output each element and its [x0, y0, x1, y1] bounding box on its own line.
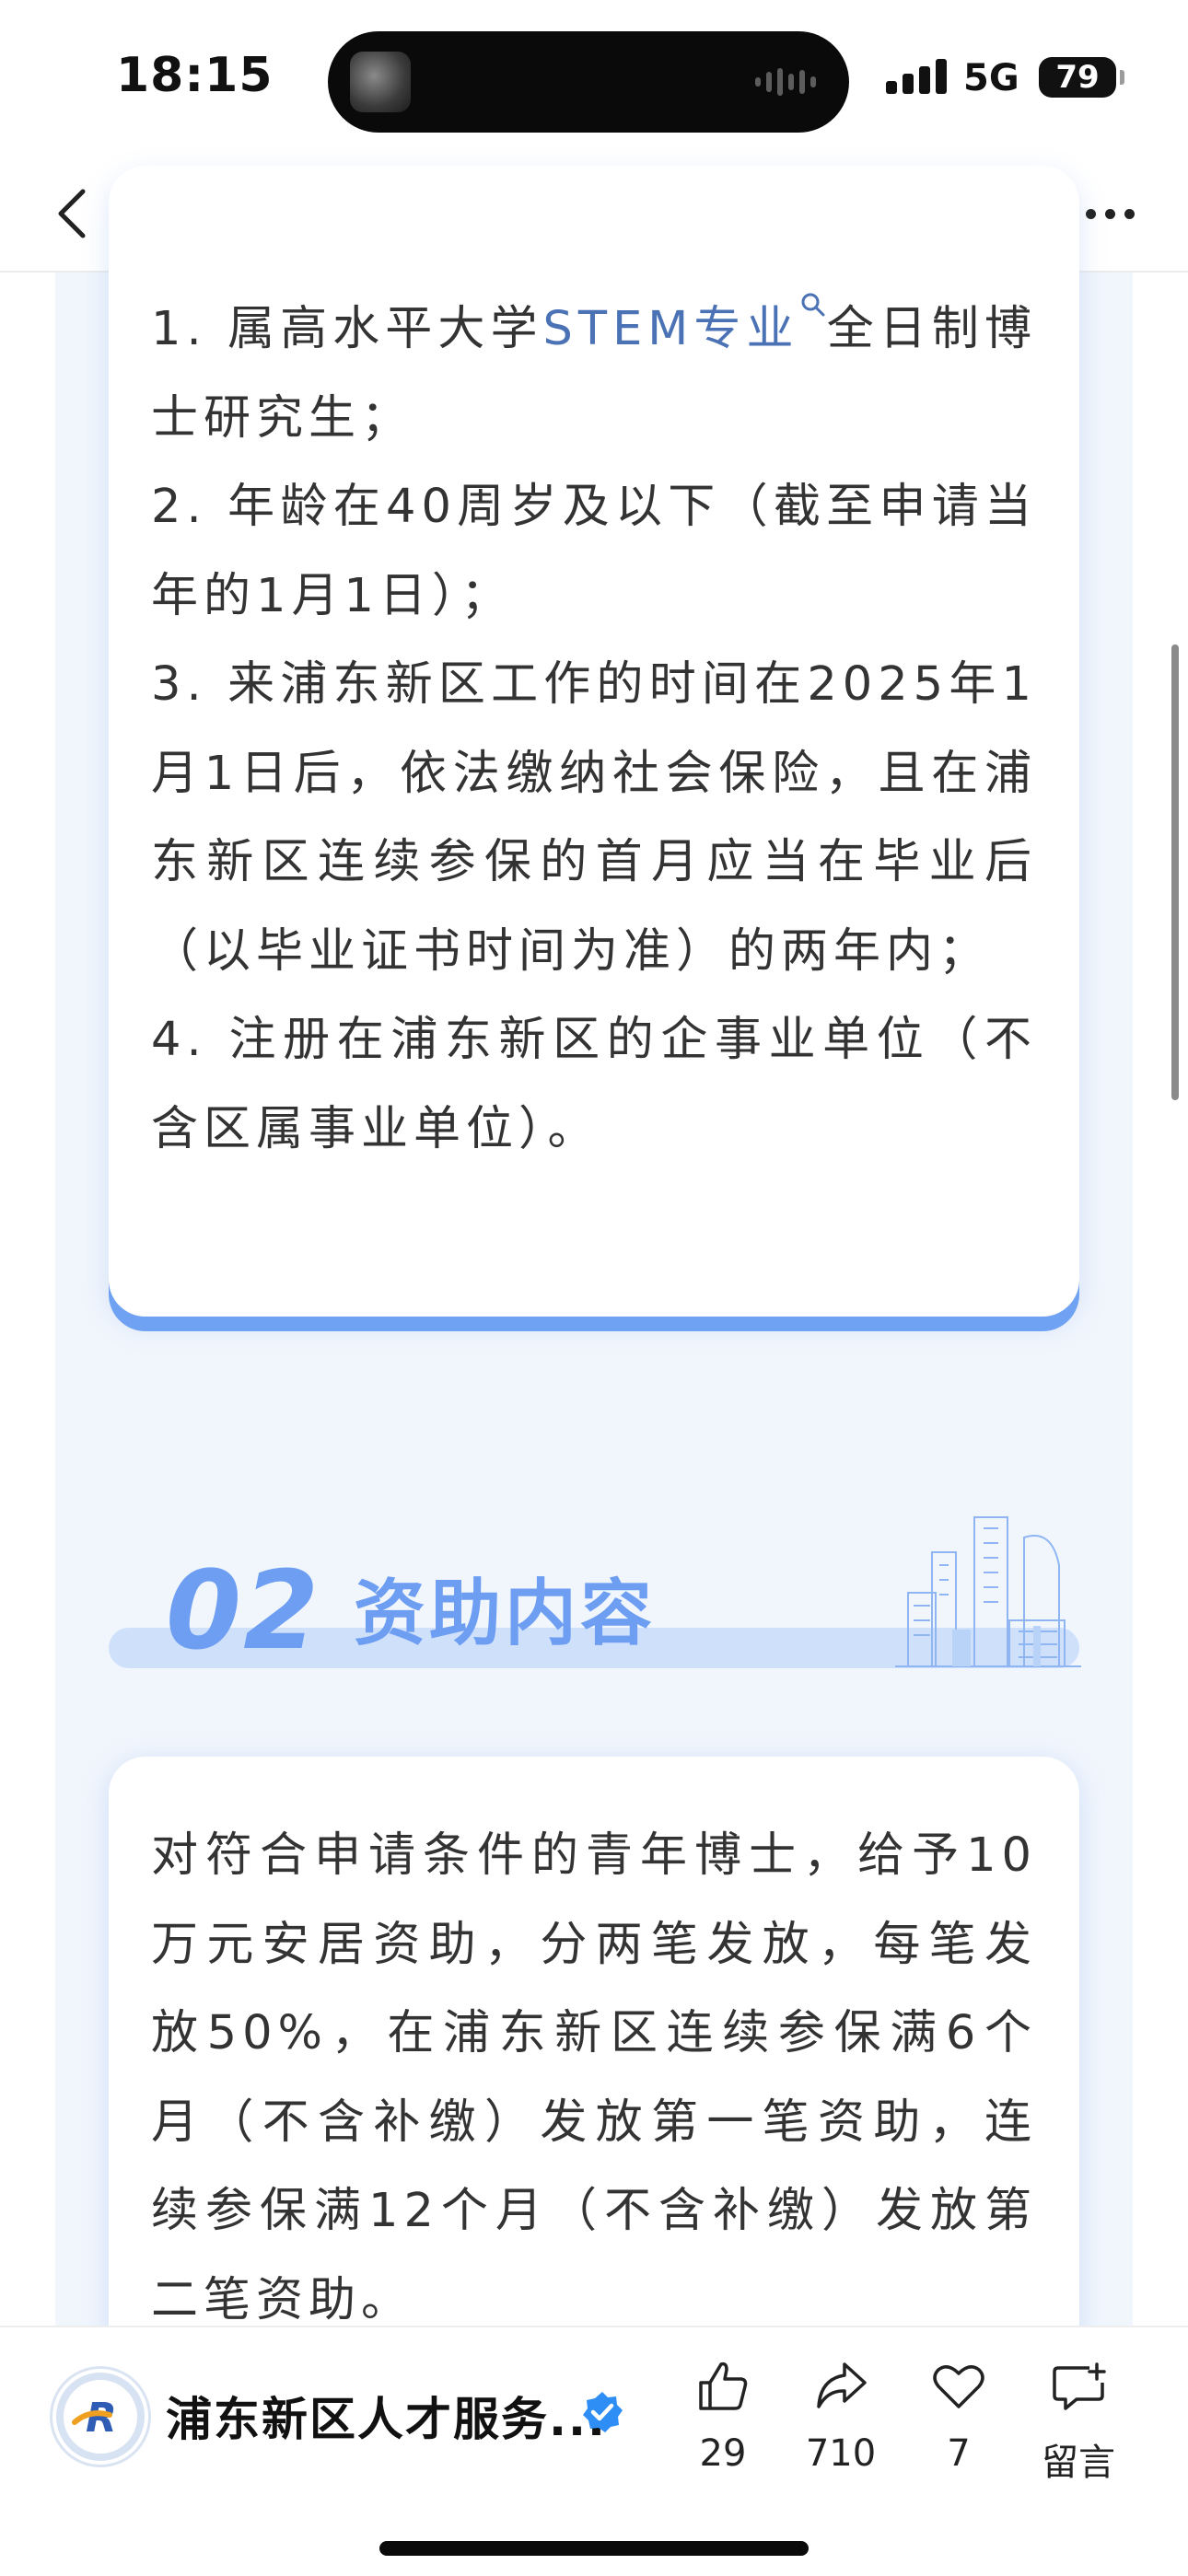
cellular-signal-icon	[886, 57, 947, 94]
status-time: 18:15	[116, 48, 274, 103]
share-icon	[817, 2362, 867, 2408]
svg-text:R: R	[86, 2395, 117, 2442]
account-avatar[interactable]: R	[50, 2366, 151, 2467]
funding-text: 对符合申请条件的青年博士，给予10万元安居资助，分两笔发放，每笔发放50%，在浦…	[151, 1828, 1037, 2327]
favorite-button[interactable]: 7	[908, 2357, 1009, 2475]
verified-badge-icon	[583, 2392, 623, 2432]
requirement-item-3: 3. 来浦东新区工作的时间在2025年1月1日后，依法缴纳社会保险，且在浦东新区…	[151, 657, 1037, 979]
like-count: 29	[699, 2432, 747, 2475]
network-type: 5G	[963, 57, 1019, 99]
account-logo-icon: R	[56, 2373, 145, 2461]
share-count: 710	[805, 2432, 877, 2475]
account-name[interactable]: 浦东新区人才服务...	[166, 2383, 607, 2449]
more-dots-icon	[1085, 208, 1096, 219]
requirement-item-4: 4. 注册在浦东新区的企事业单位（不含区属事业单位）。	[151, 1013, 1037, 1156]
like-button[interactable]: 29	[672, 2357, 774, 2475]
city-skyline-icon	[895, 1516, 1081, 1667]
audio-wave-icon	[755, 66, 820, 98]
battery-level: 79	[1055, 59, 1100, 96]
requirement-item-2: 2. 年龄在40周岁及以下（截至申请当年的1月1日）；	[151, 480, 1037, 623]
status-bar: 18:15 5G 79	[0, 0, 1188, 157]
requirement-item-1: 1. 属高水平大学STEM专业 全日制博士研究生；	[151, 285, 1037, 463]
bottom-action-bar: R 浦东新区人才服务... 29 710 7 留言	[0, 2326, 1188, 2576]
requirements-text: 1. 属高水平大学STEM专业 全日制博士研究生； 2. 年龄在40周岁及以下（截…	[151, 285, 1037, 1174]
dynamic-island[interactable]	[328, 31, 849, 133]
heart-icon	[933, 2365, 984, 2408]
stem-keyword-link[interactable]: STEM专业	[543, 302, 799, 356]
more-button[interactable]	[1068, 177, 1151, 250]
thumbs-up-icon	[699, 2361, 748, 2410]
share-button[interactable]: 710	[790, 2357, 891, 2475]
media-thumbnail	[350, 52, 411, 112]
favorite-count: 7	[947, 2432, 971, 2475]
back-button[interactable]	[41, 177, 114, 250]
comment-add-icon	[1053, 2362, 1106, 2410]
section-number: 02	[166, 1547, 321, 1674]
comment-label: 留言	[1042, 2442, 1115, 2484]
scrollbar[interactable]	[1171, 644, 1179, 1100]
chevron-left-icon	[58, 189, 86, 238]
battery-icon: 79	[1039, 57, 1124, 98]
comment-button[interactable]: 留言	[1028, 2357, 1129, 2486]
search-icon[interactable]	[799, 291, 827, 319]
home-indicator[interactable]	[379, 2541, 809, 2556]
section-title: 资助内容	[354, 1572, 657, 1655]
